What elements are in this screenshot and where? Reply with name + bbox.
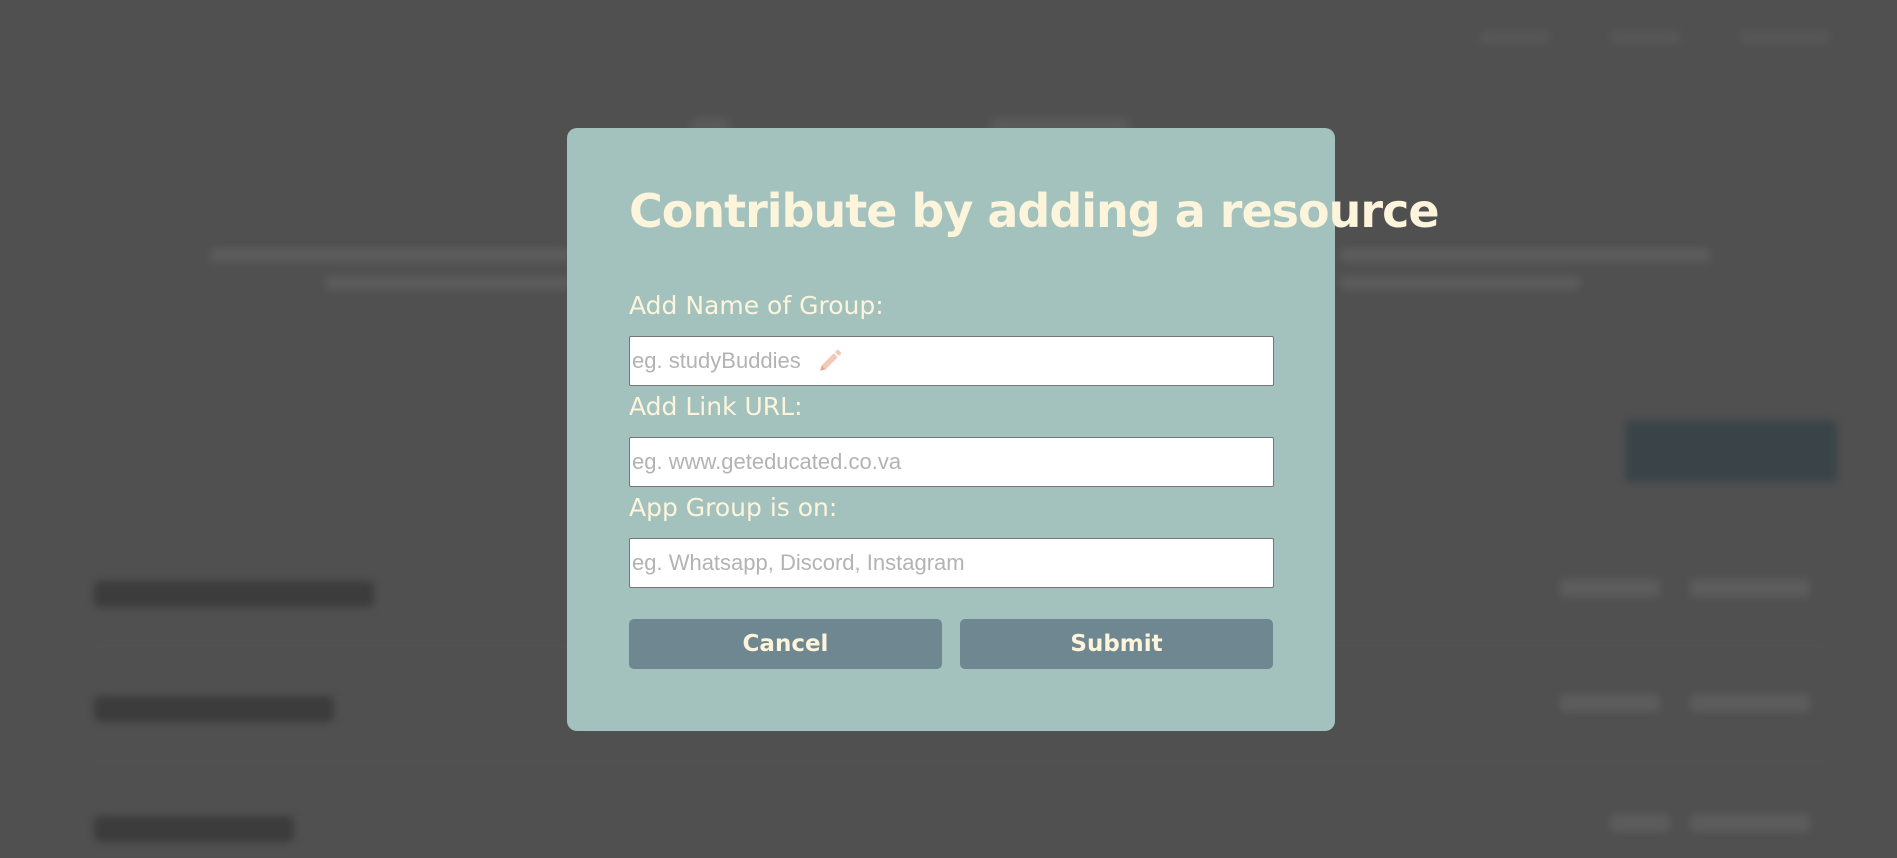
list-item-meta <box>1560 694 1660 712</box>
app-group-input[interactable] <box>629 538 1274 588</box>
list-item-meta <box>1690 814 1810 832</box>
list-item-title <box>94 581 374 607</box>
nav-item <box>1480 30 1550 44</box>
nav-item <box>1610 30 1680 44</box>
site-logo <box>68 14 248 70</box>
hero-text-line <box>210 248 570 262</box>
add-resource-button <box>1625 420 1837 482</box>
link-url-input[interactable] <box>629 437 1274 487</box>
group-name-input[interactable] <box>629 336 1274 386</box>
cancel-button[interactable]: Cancel <box>629 619 942 669</box>
hero-text-line <box>1340 248 1710 262</box>
list-item-meta <box>1690 694 1810 712</box>
add-resource-modal: Contribute by adding a resource Add Name… <box>567 128 1440 731</box>
list-item-meta <box>1690 579 1810 597</box>
group-name-label: Add Name of Group: <box>629 291 884 320</box>
submit-button[interactable]: Submit <box>960 619 1273 669</box>
list-item <box>90 780 1830 858</box>
hero-text-line <box>325 276 570 290</box>
modal-title: Contribute by adding a resource <box>629 184 1440 238</box>
nav-item <box>1740 30 1830 44</box>
list-item-meta <box>1560 579 1660 597</box>
list-item-title <box>94 816 294 842</box>
list-item-title <box>94 696 334 722</box>
hero-text-line <box>1340 276 1580 290</box>
link-url-label: Add Link URL: <box>629 392 803 421</box>
list-item-meta <box>1610 814 1670 832</box>
app-group-label: App Group is on: <box>629 493 838 522</box>
